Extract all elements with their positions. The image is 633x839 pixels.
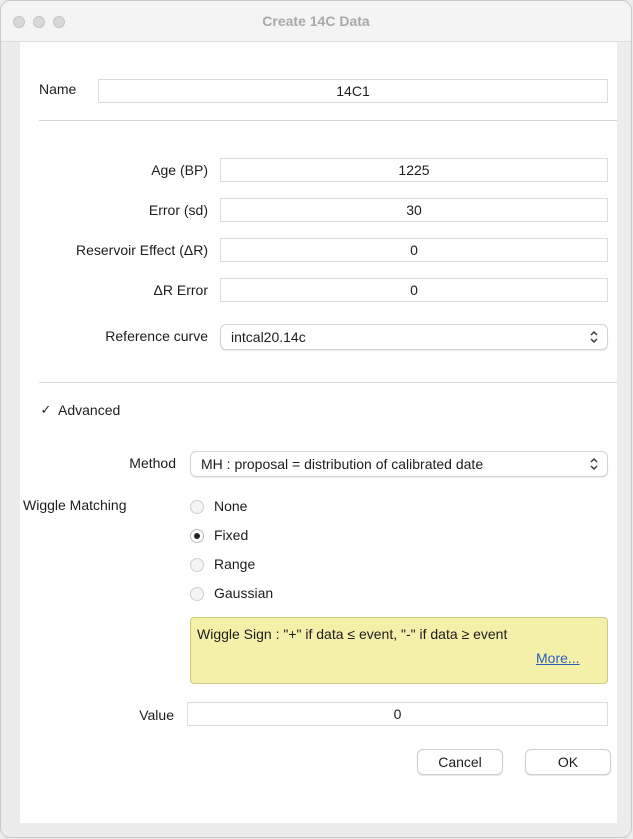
checkmark-icon: ✓ <box>40 402 52 417</box>
name-label: Name <box>39 81 77 97</box>
radio-range[interactable] <box>190 558 204 572</box>
dr-error-field[interactable]: 0 <box>220 278 608 302</box>
age-label: Age (BP) <box>151 162 208 178</box>
radio-fixed-label: Fixed <box>214 527 249 543</box>
age-field[interactable]: 1225 <box>220 158 608 182</box>
advanced-checkbox[interactable]: ✓ <box>39 403 53 417</box>
more-link[interactable]: More... <box>536 650 580 666</box>
method-select[interactable]: MH : proposal = distribution of calibrat… <box>190 451 608 477</box>
window-title: Create 14C Data <box>262 13 370 29</box>
reservoir-label: Reservoir Effect (ΔR) <box>75 242 208 258</box>
error-label: Error (sd) <box>148 202 208 218</box>
reservoir-field[interactable]: 0 <box>220 238 608 262</box>
chevron-updown-icon <box>589 452 599 485</box>
method-label: Method <box>129 455 176 471</box>
dialog-window: Create 14C Data Name 14C1 Age (BP) 1225 … <box>0 0 632 838</box>
wiggle-sign-note: Wiggle Sign : "+" if data ≤ event, "-" i… <box>190 617 608 684</box>
wiggle-matching-label: Wiggle Matching <box>23 497 127 513</box>
reference-curve-select[interactable]: intcal20.14c <box>220 324 608 350</box>
separator-top <box>39 120 617 121</box>
value-field[interactable]: 0 <box>187 702 608 726</box>
ok-button[interactable]: OK <box>525 749 611 775</box>
reference-curve-value: intcal20.14c <box>231 329 306 345</box>
wiggle-sign-text: Wiggle Sign : "+" if data ≤ event, "-" i… <box>197 626 508 642</box>
radio-gaussian-label: Gaussian <box>214 585 274 601</box>
name-field[interactable]: 14C1 <box>98 79 608 103</box>
form-panel: Name 14C1 Age (BP) 1225 Error (sd) 30 Re… <box>20 42 617 823</box>
value-label: Value <box>139 707 174 723</box>
dr-error-label: ΔR Error <box>153 282 208 298</box>
advanced-label: Advanced <box>58 402 121 418</box>
reference-curve-label: Reference curve <box>105 328 208 344</box>
radio-none-label: None <box>214 498 248 514</box>
method-value: MH : proposal = distribution of calibrat… <box>201 456 484 472</box>
cancel-button[interactable]: Cancel <box>417 749 503 775</box>
radio-range-label: Range <box>214 556 256 572</box>
separator-middle <box>39 382 617 383</box>
error-field[interactable]: 30 <box>220 198 608 222</box>
title-bar: Create 14C Data <box>1 1 631 42</box>
radio-fixed[interactable] <box>190 529 204 543</box>
chevron-updown-icon <box>589 325 599 358</box>
radio-none[interactable] <box>190 500 204 514</box>
radio-gaussian[interactable] <box>190 587 204 601</box>
